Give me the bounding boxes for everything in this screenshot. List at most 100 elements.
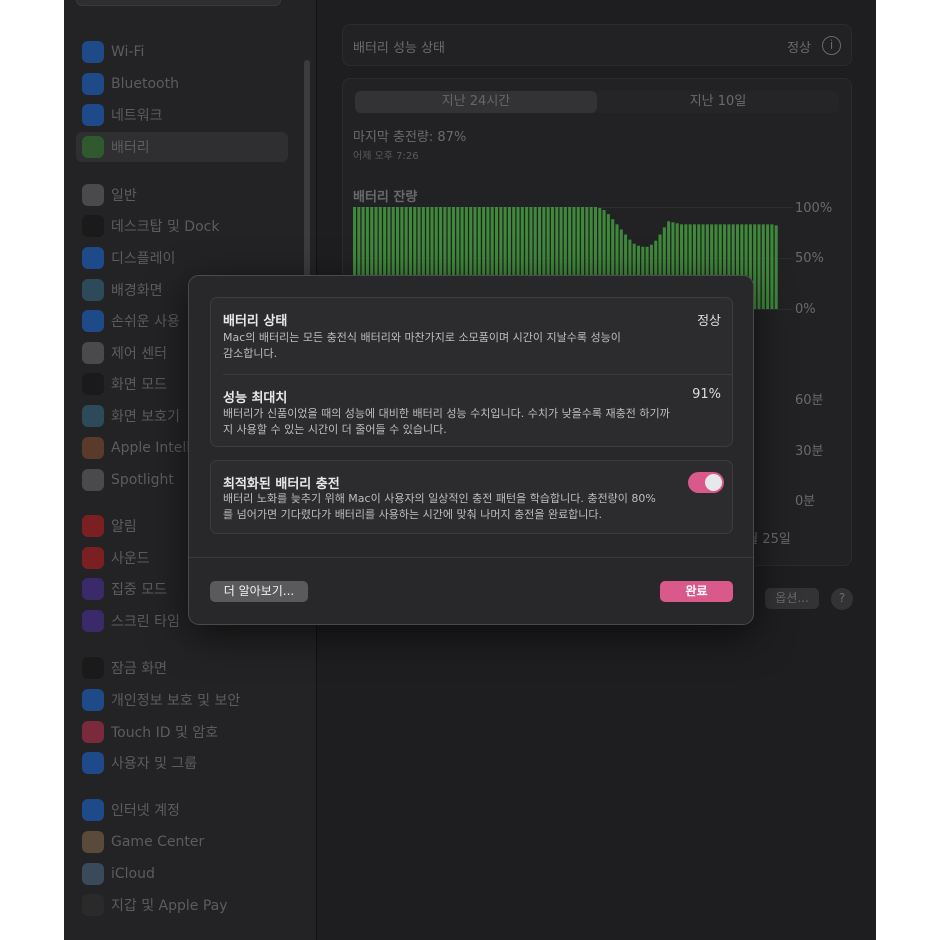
status-title: 배터리 상태 [223, 314, 288, 329]
game-center-icon [82, 831, 104, 853]
apple-intelligence-icon [82, 437, 104, 459]
sidebar-item-label: 네트워크 [111, 108, 163, 124]
sidebar-item[interactable]: 개인정보 보호 및 보안 [76, 685, 288, 715]
sidebar-item-label: Wi-Fi [111, 44, 145, 60]
sidebar-item-label: 사운드 [111, 551, 150, 567]
sidebar-item[interactable]: 지갑 및 Apple Pay [76, 890, 288, 920]
lock-icon [82, 657, 104, 679]
sidebar-item-label: 잠금 화면 [111, 661, 167, 677]
sidebar-item[interactable]: 사용자 및 그룹 [76, 748, 288, 778]
optimized-title: 최적화된 배터리 충전 [223, 477, 340, 492]
sidebar-item-label: 일반 [111, 188, 137, 204]
battery-info-dialog: 배터리 상태 정상 Mac의 배터리는 모든 충전식 배터리와 마찬가지로 소모… [188, 275, 754, 625]
options-button[interactable]: 옵션... [765, 588, 819, 609]
battery-status-group: 배터리 상태 정상 Mac의 배터리는 모든 충전식 배터리와 마찬가지로 소모… [210, 297, 733, 447]
sidebar-item[interactable]: 디스플레이 [76, 243, 288, 273]
last-charge-time: 어제 오후 7:26 [353, 151, 419, 162]
sidebar-item-label: Touch ID 및 암호 [111, 725, 219, 741]
sidebar-item-label: 알림 [111, 519, 137, 535]
sidebar-item[interactable]: 인터넷 계정 [76, 795, 288, 825]
sidebar-item[interactable]: 네트워크 [76, 100, 288, 130]
bluetooth-icon [82, 73, 104, 95]
sidebar-item-label: 사용자 및 그룹 [111, 756, 198, 772]
sidebar-item-label: 집중 모드 [111, 582, 167, 598]
cloud-icon [82, 863, 104, 885]
sidebar-item-label: 인터넷 계정 [111, 803, 180, 819]
optimized-desc: 배터리 노화를 늦추기 위해 Mac이 사용자의 일상적인 충전 패턴을 학습합… [223, 492, 656, 521]
y-tick-0: 0% [795, 302, 816, 317]
sidebar-item-label: 손쉬운 사용 [111, 314, 180, 330]
sidebar-item[interactable]: 배터리 [76, 132, 288, 162]
sidebar-item[interactable]: Game Center [76, 827, 288, 857]
wallpaper-icon [82, 279, 104, 301]
sidebar-item-label: 스크린 타임 [111, 614, 180, 630]
wifi-icon [82, 41, 104, 63]
battery-icon [82, 136, 104, 158]
wallet-icon [82, 894, 104, 916]
bell-icon [82, 515, 104, 537]
capacity-title: 성능 최대치 [223, 391, 288, 406]
sidebar-item-label: 배경화면 [111, 283, 163, 299]
status-desc: Mac의 배터리는 모든 충전식 배터리와 마찬가지로 소모품이며 시간이 지날… [223, 331, 621, 360]
sidebar-item-label: Bluetooth [111, 76, 179, 92]
learn-more-button[interactable]: 더 알아보기... [210, 581, 308, 602]
spotlight-icon [82, 469, 104, 491]
sidebar-item-label: 화면 모드 [111, 377, 167, 393]
status-value: 정상 [697, 314, 721, 329]
battery-bar [766, 224, 770, 309]
sound-icon [82, 547, 104, 569]
sidebar-item-label: 화면 보호기 [111, 409, 180, 425]
battery-health-row: 배터리 성능 상태 정상 i [342, 24, 852, 66]
usage-tick-30: 30분 [795, 444, 824, 459]
sidebar-item[interactable]: 일반 [76, 180, 288, 210]
last-charge-label: 마지막 충전량: 87% [353, 130, 467, 145]
battery-health-value: 정상 [787, 41, 811, 56]
sidebar-item-label: 개인정보 보호 및 보안 [111, 693, 241, 709]
globe-icon [82, 104, 104, 126]
sidebar-item-label: 제어 센터 [111, 346, 167, 362]
help-button[interactable]: ? [831, 588, 853, 610]
optimized-charging-group: 최적화된 배터리 충전 배터리 노화를 늦추기 위해 Mac이 사용자의 일상적… [210, 460, 733, 534]
sidebar-item[interactable]: 데스크탑 및 Dock [76, 211, 288, 241]
sidebar-item-label: Spotlight [111, 472, 174, 488]
battery-bar [770, 224, 774, 309]
optimized-charging-toggle[interactable] [688, 472, 724, 493]
sidebar-item-label: iCloud [111, 866, 155, 882]
sidebar-item[interactable]: iCloud [76, 859, 288, 889]
control-center-icon [82, 342, 104, 364]
sidebar-item-label: 디스플레이 [111, 251, 176, 267]
chart-title: 배터리 잔량 [353, 190, 418, 205]
at-icon [82, 799, 104, 821]
sidebar-item-label: 지갑 및 Apple Pay [111, 898, 228, 914]
capacity-value: 91% [692, 387, 721, 402]
tab-10d[interactable]: 지난 10일 [597, 91, 839, 113]
hourglass-icon [82, 610, 104, 632]
accessibility-icon [82, 310, 104, 332]
gear-icon [82, 184, 104, 206]
dock-icon [82, 215, 104, 237]
sidebar-item[interactable]: 잠금 화면 [76, 653, 288, 683]
sidebar-item[interactable]: Touch ID 및 암호 [76, 717, 288, 747]
hand-icon [82, 689, 104, 711]
fingerprint-icon [82, 721, 104, 743]
users-icon [82, 752, 104, 774]
y-tick-50: 50% [795, 251, 824, 266]
y-tick-100: 100% [795, 201, 833, 216]
appearance-icon [82, 373, 104, 395]
usage-tick-0: 0분 [795, 494, 816, 509]
info-icon[interactable]: i [822, 36, 841, 55]
tab-24h[interactable]: 지난 24시간 [355, 91, 597, 113]
capacity-desc: 배터리가 신품이었을 때의 성능에 대비한 배터리 성능 수치입니다. 수치가 … [223, 407, 670, 436]
sidebar-item-label: 데스크탑 및 Dock [111, 219, 220, 235]
battery-bar [757, 224, 761, 309]
moon-icon [82, 578, 104, 600]
sidebar-item-label: 배터리 [111, 140, 150, 156]
sidebar-item-label: Game Center [111, 834, 205, 850]
sidebar-item[interactable]: Bluetooth [76, 69, 288, 99]
done-button[interactable]: 완료 [660, 581, 733, 602]
search-field[interactable] [76, 0, 281, 6]
screensaver-icon [82, 405, 104, 427]
sidebar-scrollbar[interactable] [304, 60, 310, 280]
display-icon [82, 247, 104, 269]
sidebar-item[interactable]: Wi-Fi [76, 37, 288, 67]
